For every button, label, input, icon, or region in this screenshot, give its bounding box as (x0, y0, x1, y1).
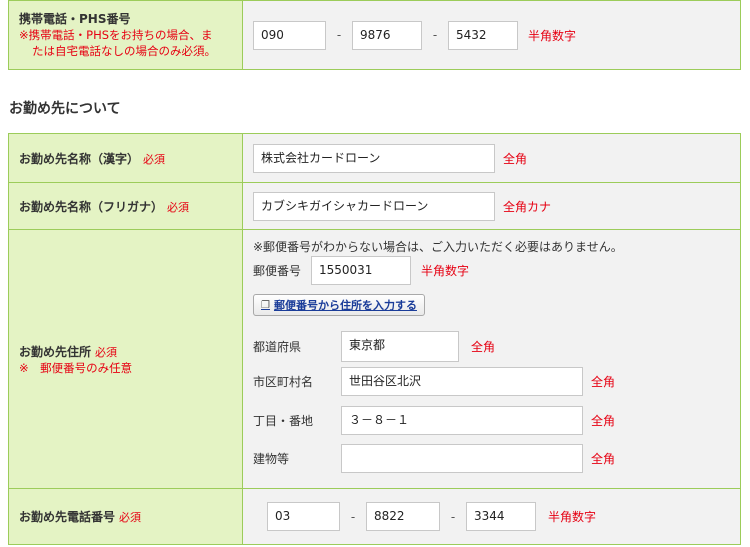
zip-lookup-button[interactable]: ❐ 郵便番号から住所を入力する (253, 294, 425, 316)
company-phone-separator-2: - (450, 509, 456, 524)
zip-label: 郵便番号 (253, 264, 302, 278)
company-address-label: お勤め先住所 (19, 344, 92, 359)
building-input[interactable] (341, 444, 583, 473)
company-phone-part2-input[interactable]: 8822 (366, 502, 440, 531)
mobile-phone-part1-input[interactable]: 090 (253, 20, 326, 50)
company-kana-field-cell: カブシキガイシャカードローン 全角カナ (242, 182, 741, 230)
block-input[interactable]: ３－８－１ (341, 406, 583, 435)
company-address-note: ※ 郵便番号のみ任意 (19, 360, 133, 375)
mobile-phone-part3-input[interactable]: 5432 (448, 20, 518, 50)
company-kana-label-cell: お勤め先名称（フリガナ） 必須 (8, 182, 243, 230)
city-input[interactable]: 世田谷区北沢 (341, 367, 583, 396)
company-name-label: お勤め先名称（漢字） (19, 151, 140, 166)
mobile-phone-label-cell: 携帯電話・PHS番号 ※携帯電話・PHSをお持ちの場合、ま たは自宅電話なしの場… (8, 0, 243, 70)
company-phone-row: お勤め先電話番号 必須 03 - 8822 - 3344 半角数字 (8, 488, 741, 545)
company-phone-required-badge: 必須 (119, 511, 142, 524)
company-name-required-badge: 必須 (143, 152, 166, 166)
zip-input[interactable]: 1550031 (311, 256, 411, 285)
section-title: お勤め先について (9, 101, 121, 117)
company-address-field-cell: ※郵便番号がわからない場合は、ご入力いただく必要はありません。 郵便番号 155… (242, 229, 741, 489)
company-table: お勤め先名称（漢字） 必須 株式会社カードローン 全角 お勤め先名称（フリガナ）必… (8, 133, 741, 545)
company-name-input[interactable]: 株式会社カードローン (253, 143, 495, 173)
city-label: 市区町村名 (253, 375, 314, 389)
mobile-phone-hint: 半角数字 (528, 28, 577, 43)
block-hint: 全角 (591, 414, 616, 428)
zip-notice: ※郵便番号がわからない場合は、ご入力いただく必要はありません。 (253, 240, 623, 254)
company-phone-part1-input[interactable]: 03 (267, 502, 340, 531)
mobile-phone-row: 携帯電話・PHS番号 ※携帯電話・PHSをお持ちの場合、ま たは自宅電話なしの場… (8, 0, 741, 70)
mobile-phone-part2-input[interactable]: 9876 (352, 20, 422, 50)
mobile-phone-table: 携帯電話・PHS番号 ※携帯電話・PHSをお持ちの場合、ま たは自宅電話なしの場… (8, 0, 741, 70)
company-phone-hint: 半角数字 (548, 510, 597, 524)
company-kana-input[interactable]: カブシキガイシャカードローン (253, 191, 495, 221)
prefecture-label: 都道府県 (253, 340, 302, 354)
company-name-label-cell: お勤め先名称（漢字） 必須 (8, 133, 243, 183)
mobile-phone-note-line2: たは自宅電話なしの場合のみ必須。 (32, 44, 216, 58)
building-label: 建物等 (253, 452, 290, 466)
mobile-phone-separator-1: - (336, 28, 342, 42)
building-hint: 全角 (591, 452, 616, 466)
company-name-field-cell: 株式会社カードローン 全角 (242, 133, 741, 183)
company-name-row: お勤め先名称（漢字） 必須 株式会社カードローン 全角 (8, 133, 741, 183)
company-address-row: お勤め先住所 必須 ※ 郵便番号のみ任意 ※郵便番号がわからない場合は、ご入力いた… (8, 229, 741, 489)
company-address-required-badge: 必須 (95, 345, 118, 359)
company-kana-row: お勤め先名称（フリガナ） 必須 カブシキガイシャカードローン 全角カナ (8, 182, 741, 230)
company-phone-part3-input[interactable]: 3344 (466, 502, 536, 531)
company-name-hint: 全角 (503, 151, 528, 166)
city-hint: 全角 (591, 375, 616, 389)
company-phone-field-cell: 03 - 8822 - 3344 半角数字 (242, 488, 741, 545)
company-kana-required-badge: 必須 (167, 200, 190, 214)
zip-hint: 半角数字 (421, 264, 470, 278)
mobile-phone-separator-2: - (432, 28, 438, 42)
external-window-icon: ❐ (261, 299, 270, 311)
mobile-phone-label: 携帯電話・PHS番号 (19, 12, 131, 26)
company-phone-separator-1: - (350, 509, 356, 524)
mobile-phone-field-cell: 090 - 9876 - 5432 半角数字 (242, 0, 741, 70)
block-label: 丁目・番地 (253, 414, 314, 428)
zip-lookup-button-label: 郵便番号から住所を入力する (273, 299, 417, 312)
company-kana-hint: 全角カナ (503, 199, 552, 214)
company-phone-label: お勤め先電話番号 (19, 510, 116, 524)
company-kana-label: お勤め先名称（フリガナ） (19, 199, 164, 214)
mobile-phone-note-line1: ※携帯電話・PHSをお持ちの場合、ま (19, 28, 213, 42)
prefecture-input[interactable]: 東京都 (341, 331, 459, 362)
company-address-label-cell: お勤め先住所 必須 ※ 郵便番号のみ任意 (8, 229, 243, 489)
company-phone-label-cell: お勤め先電話番号 必須 (8, 488, 243, 545)
prefecture-hint: 全角 (471, 340, 496, 354)
